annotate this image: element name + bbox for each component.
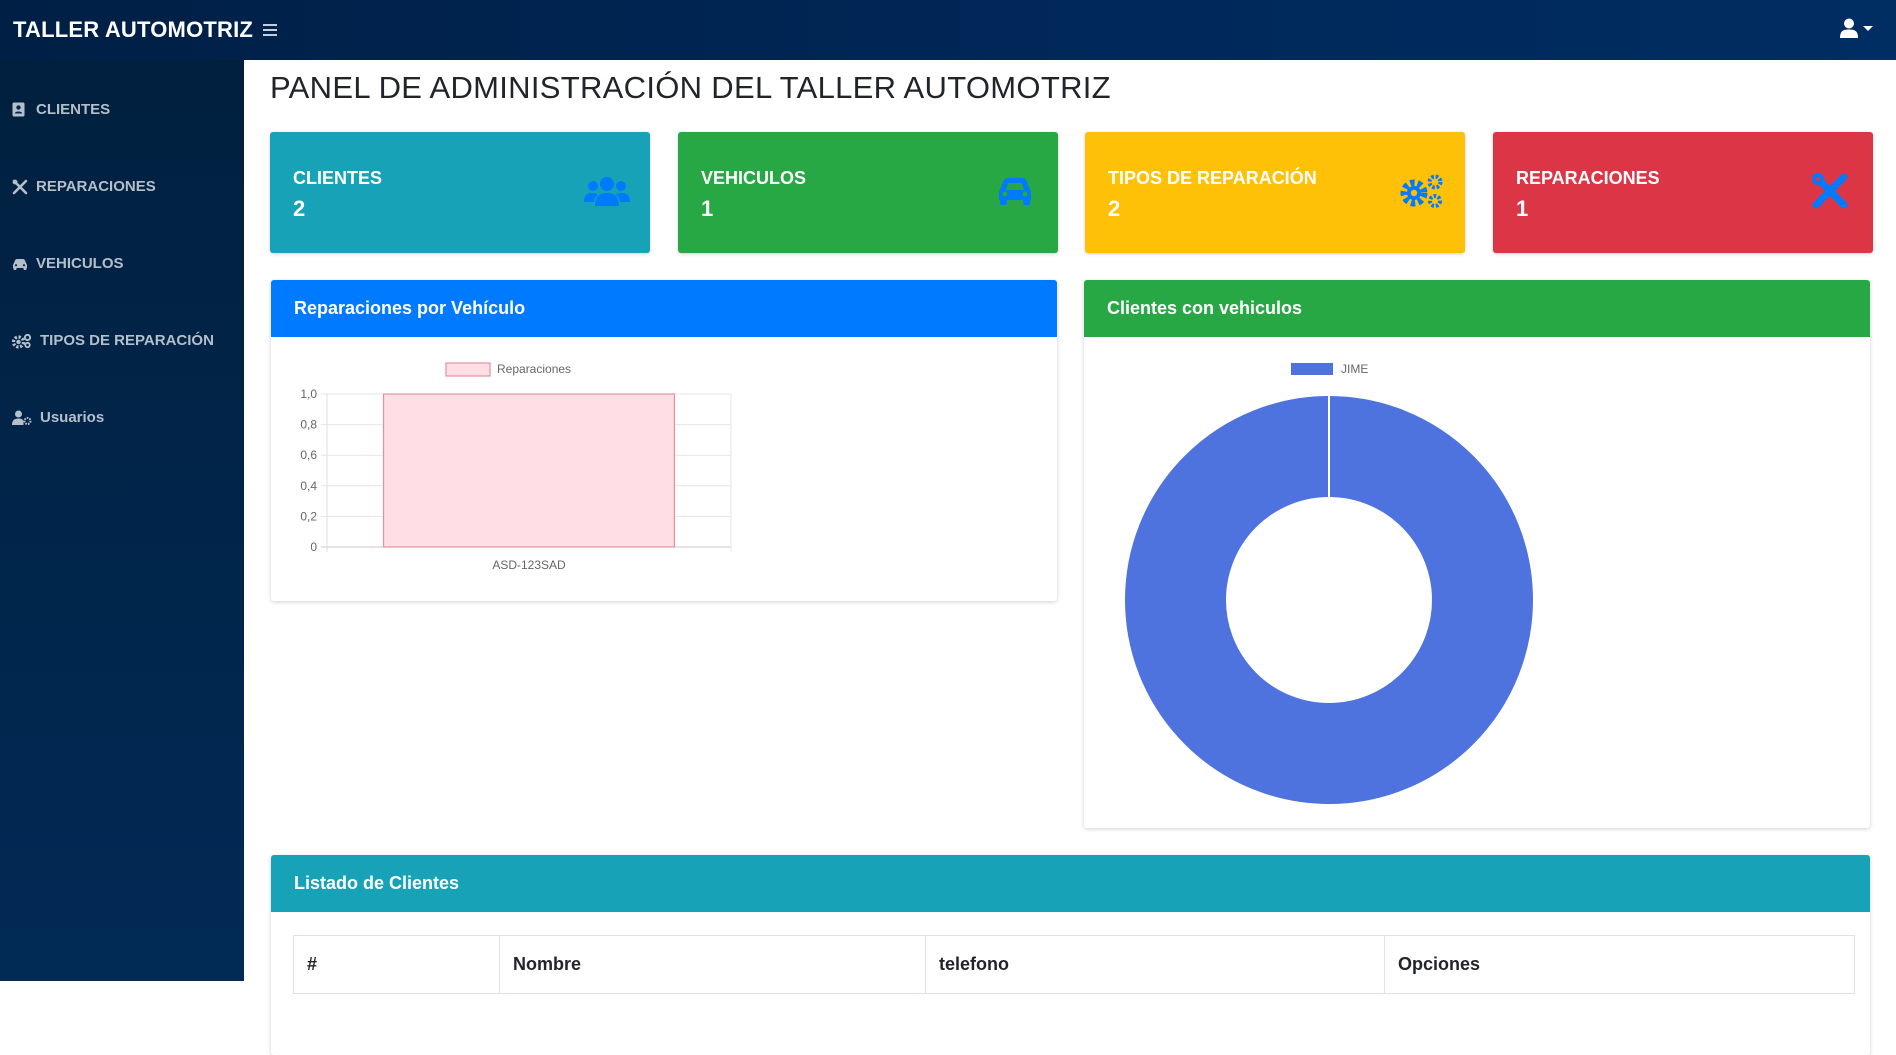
bar-chart-card: Reparaciones por Vehículo 0 0,2 0,4 0,6 0,8 1… [271,280,1057,601]
sidebar: CLIENTES REPARACIONES VEHICULOS TIPOS DE… [0,60,244,981]
car-icon [12,256,30,272]
user-cog-icon [12,410,34,426]
cogs-icon [12,333,34,349]
clients-table-card: Listado de Clientes # Nombre telefono Op… [271,855,1870,1055]
sidebar-item-clientes[interactable]: CLIENTES [12,101,110,118]
menu-toggle-icon[interactable] [263,24,278,36]
legend-label[interactable]: JIME [1341,362,1368,376]
legend-label[interactable]: Reparaciones [497,362,571,376]
card-header: Reparaciones por Vehículo [271,280,1057,337]
column-header-nombre[interactable]: Nombre [499,935,926,994]
y-tick-label: 0,8 [300,418,317,432]
sidebar-item-label: REPARACIONES [36,178,156,195]
page-title: PANEL DE ADMINISTRACIÓN DEL TALLER AUTOM… [270,70,1111,105]
y-tick-label: 1,0 [300,387,317,401]
y-tick-label: 0,2 [300,509,317,523]
sidebar-item-label: VEHICULOS [36,255,124,272]
y-tick-label: 0 [310,540,317,554]
stat-value: 2 [1108,196,1121,221]
card-header: Clientes con vehiculos [1084,280,1870,337]
sidebar-item-usuarios[interactable]: Usuarios [12,409,104,426]
bar-chart: 0 0,2 0,4 0,6 0,8 1,0 ASD-123SAD Reparaciones [300,362,732,572]
tools-icon [12,179,30,195]
users-icon [584,172,630,210]
y-tick-label: 0,4 [300,479,317,493]
column-header-telefono[interactable]: telefono [925,935,1385,994]
y-tick-label: 0,6 [300,448,317,462]
stat-card-tipos-de-reparacion[interactable]: TIPOS DE REPARACIÓN 2 [1085,132,1465,253]
sidebar-item-label: TIPOS DE REPARACIÓN [40,332,214,349]
sidebar-item-tipos-de-reparacion[interactable]: TIPOS DE REPARACIÓN [12,332,214,349]
table-header-row: # Nombre telefono Opciones [293,935,1855,994]
stat-card-clientes[interactable]: CLIENTES 2 [270,132,650,253]
address-book-icon [12,102,30,118]
column-header-number[interactable]: # [293,935,500,994]
stat-card-reparaciones[interactable]: REPARACIONES 1 [1493,132,1873,253]
stat-label: VEHICULOS [701,168,807,188]
sidebar-item-label: Usuarios [40,409,105,426]
bar[interactable] [382,393,676,548]
stat-value: 2 [293,196,306,221]
doughnut-chart-card: Clientes con vehiculos JIME [1084,280,1870,828]
brand-title[interactable]: TALLER AUTOMOTRIZ [13,17,253,43]
stat-card-vehiculos[interactable]: VEHICULOS 1 [678,132,1058,253]
stat-value: 1 [1516,196,1529,221]
legend-swatch[interactable] [1291,363,1333,375]
stat-label: CLIENTES [293,168,383,188]
clients-table: # Nombre telefono Opciones [293,935,1855,994]
doughnut-chart: JIME [1125,362,1533,804]
sidebar-item-reparaciones[interactable]: REPARACIONES [12,178,156,195]
card-header: Listado de Clientes [271,855,1870,912]
column-header-opciones[interactable]: Opciones [1384,935,1855,994]
chevron-down-icon [1863,25,1873,31]
stat-label: REPARACIONES [1516,168,1660,188]
sidebar-item-label: CLIENTES [36,101,111,118]
user-menu-dropdown[interactable] [1840,18,1873,38]
sidebar-item-vehiculos[interactable]: VEHICULOS [12,255,124,272]
car-icon [992,172,1038,210]
legend-swatch[interactable] [445,362,491,377]
stat-value: 1 [701,196,714,221]
main-content: PANEL DE ADMINISTRACIÓN DEL TALLER AUTOM… [244,60,1896,1055]
cogs-icon [1399,172,1445,210]
top-navbar: TALLER AUTOMOTRIZ [0,0,1896,60]
stat-label: TIPOS DE REPARACIÓN [1108,168,1317,188]
user-icon [1840,18,1858,38]
x-tick-label: ASD-123SAD [492,558,566,572]
tools-icon [1807,172,1853,210]
